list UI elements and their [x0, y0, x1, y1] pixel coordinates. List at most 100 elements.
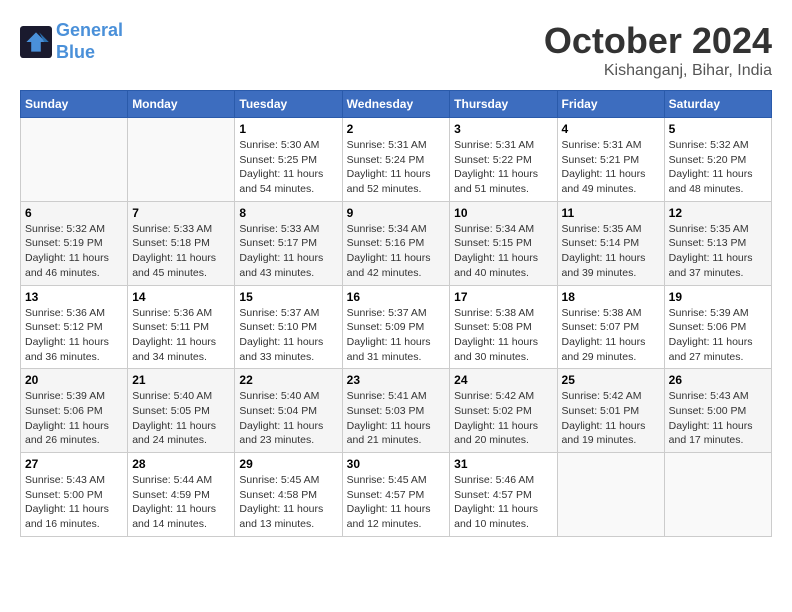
- day-number: 15: [239, 290, 337, 304]
- logo: General Blue: [20, 20, 123, 63]
- calendar-cell: 30 Sunrise: 5:45 AM Sunset: 4:57 PM Dayli…: [342, 453, 450, 537]
- week-row-2: 6 Sunrise: 5:32 AM Sunset: 5:19 PM Daylig…: [21, 201, 772, 285]
- calendar-cell: [557, 453, 664, 537]
- day-info: Sunrise: 5:45 AM Sunset: 4:58 PM Dayligh…: [239, 473, 337, 532]
- day-info: Sunrise: 5:31 AM Sunset: 5:21 PM Dayligh…: [562, 138, 660, 197]
- day-number: 11: [562, 206, 660, 220]
- day-info: Sunrise: 5:37 AM Sunset: 5:10 PM Dayligh…: [239, 306, 337, 365]
- week-row-4: 20 Sunrise: 5:39 AM Sunset: 5:06 PM Dayli…: [21, 369, 772, 453]
- day-info: Sunrise: 5:40 AM Sunset: 5:05 PM Dayligh…: [132, 389, 230, 448]
- calendar-cell: 14 Sunrise: 5:36 AM Sunset: 5:11 PM Dayli…: [128, 285, 235, 369]
- day-info: Sunrise: 5:35 AM Sunset: 5:14 PM Dayligh…: [562, 222, 660, 281]
- logo-icon: [20, 26, 52, 58]
- weekday-header-saturday: Saturday: [664, 91, 771, 118]
- calendar-cell: 15 Sunrise: 5:37 AM Sunset: 5:10 PM Dayli…: [235, 285, 342, 369]
- calendar-cell: 9 Sunrise: 5:34 AM Sunset: 5:16 PM Daylig…: [342, 201, 450, 285]
- calendar-cell: 17Sunrise: 5:38 AM Sunset: 5:08 PM Dayli…: [450, 285, 557, 369]
- day-info: Sunrise: 5:33 AM Sunset: 5:18 PM Dayligh…: [132, 222, 230, 281]
- day-number: 1: [239, 122, 337, 136]
- day-number: 28: [132, 457, 230, 471]
- day-info: Sunrise: 5:30 AM Sunset: 5:25 PM Dayligh…: [239, 138, 337, 197]
- calendar-cell: 19Sunrise: 5:39 AM Sunset: 5:06 PM Dayli…: [664, 285, 771, 369]
- day-info: Sunrise: 5:39 AM Sunset: 5:06 PM Dayligh…: [25, 389, 123, 448]
- calendar-cell: [128, 118, 235, 202]
- day-number: 23: [347, 373, 446, 387]
- day-info: Sunrise: 5:44 AM Sunset: 4:59 PM Dayligh…: [132, 473, 230, 532]
- day-info: Sunrise: 5:38 AM Sunset: 5:08 PM Dayligh…: [454, 306, 552, 365]
- weekday-header-monday: Monday: [128, 91, 235, 118]
- day-info: Sunrise: 5:34 AM Sunset: 5:15 PM Dayligh…: [454, 222, 552, 281]
- location: Kishanganj, Bihar, India: [544, 62, 772, 80]
- month-title: October 2024: [544, 20, 772, 62]
- day-info: Sunrise: 5:31 AM Sunset: 5:24 PM Dayligh…: [347, 138, 446, 197]
- day-info: Sunrise: 5:34 AM Sunset: 5:16 PM Dayligh…: [347, 222, 446, 281]
- weekday-header-wednesday: Wednesday: [342, 91, 450, 118]
- day-number: 13: [25, 290, 123, 304]
- calendar-cell: 28 Sunrise: 5:44 AM Sunset: 4:59 PM Dayli…: [128, 453, 235, 537]
- calendar-cell: 20 Sunrise: 5:39 AM Sunset: 5:06 PM Dayli…: [21, 369, 128, 453]
- day-info: Sunrise: 5:43 AM Sunset: 5:00 PM Dayligh…: [25, 473, 123, 532]
- calendar-cell: 26 Sunrise: 5:43 AM Sunset: 5:00 PM Dayli…: [664, 369, 771, 453]
- calendar-cell: 23Sunrise: 5:41 AM Sunset: 5:03 PM Dayli…: [342, 369, 450, 453]
- calendar-cell: 16Sunrise: 5:37 AM Sunset: 5:09 PM Dayli…: [342, 285, 450, 369]
- day-info: Sunrise: 5:40 AM Sunset: 5:04 PM Dayligh…: [239, 389, 337, 448]
- weekday-header-sunday: Sunday: [21, 91, 128, 118]
- day-info: Sunrise: 5:45 AM Sunset: 4:57 PM Dayligh…: [347, 473, 446, 532]
- day-number: 27: [25, 457, 123, 471]
- day-number: 3: [454, 122, 552, 136]
- calendar-cell: 4Sunrise: 5:31 AM Sunset: 5:21 PM Daylig…: [557, 118, 664, 202]
- calendar-cell: 2Sunrise: 5:31 AM Sunset: 5:24 PM Daylig…: [342, 118, 450, 202]
- calendar-cell: 22 Sunrise: 5:40 AM Sunset: 5:04 PM Dayli…: [235, 369, 342, 453]
- day-number: 26: [669, 373, 767, 387]
- day-number: 14: [132, 290, 230, 304]
- calendar-cell: 10Sunrise: 5:34 AM Sunset: 5:15 PM Dayli…: [450, 201, 557, 285]
- day-info: Sunrise: 5:39 AM Sunset: 5:06 PM Dayligh…: [669, 306, 767, 365]
- calendar-cell: 25Sunrise: 5:42 AM Sunset: 5:01 PM Dayli…: [557, 369, 664, 453]
- calendar-cell: 31 Sunrise: 5:46 AM Sunset: 4:57 PM Dayli…: [450, 453, 557, 537]
- page-header: General Blue October 2024 Kishanganj, Bi…: [20, 20, 772, 80]
- day-info: Sunrise: 5:43 AM Sunset: 5:00 PM Dayligh…: [669, 389, 767, 448]
- day-info: Sunrise: 5:38 AM Sunset: 5:07 PM Dayligh…: [562, 306, 660, 365]
- day-number: 12: [669, 206, 767, 220]
- calendar-cell: 8 Sunrise: 5:33 AM Sunset: 5:17 PM Daylig…: [235, 201, 342, 285]
- calendar-cell: 29 Sunrise: 5:45 AM Sunset: 4:58 PM Dayli…: [235, 453, 342, 537]
- day-number: 25: [562, 373, 660, 387]
- day-number: 30: [347, 457, 446, 471]
- week-row-3: 13 Sunrise: 5:36 AM Sunset: 5:12 PM Dayli…: [21, 285, 772, 369]
- calendar-cell: 6 Sunrise: 5:32 AM Sunset: 5:19 PM Daylig…: [21, 201, 128, 285]
- calendar-cell: 7 Sunrise: 5:33 AM Sunset: 5:18 PM Daylig…: [128, 201, 235, 285]
- weekday-header-thursday: Thursday: [450, 91, 557, 118]
- day-number: 20: [25, 373, 123, 387]
- day-number: 24: [454, 373, 552, 387]
- logo-line1: General: [56, 20, 123, 40]
- day-info: Sunrise: 5:37 AM Sunset: 5:09 PM Dayligh…: [347, 306, 446, 365]
- day-number: 9: [347, 206, 446, 220]
- calendar-cell: 27 Sunrise: 5:43 AM Sunset: 5:00 PM Dayli…: [21, 453, 128, 537]
- calendar: SundayMondayTuesdayWednesdayThursdayFrid…: [20, 90, 772, 537]
- week-row-5: 27 Sunrise: 5:43 AM Sunset: 5:00 PM Dayli…: [21, 453, 772, 537]
- day-info: Sunrise: 5:42 AM Sunset: 5:02 PM Dayligh…: [454, 389, 552, 448]
- calendar-cell: 24 Sunrise: 5:42 AM Sunset: 5:02 PM Dayli…: [450, 369, 557, 453]
- day-number: 31: [454, 457, 552, 471]
- calendar-cell: 11 Sunrise: 5:35 AM Sunset: 5:14 PM Dayli…: [557, 201, 664, 285]
- calendar-cell: 12Sunrise: 5:35 AM Sunset: 5:13 PM Dayli…: [664, 201, 771, 285]
- day-number: 22: [239, 373, 337, 387]
- calendar-cell: 1 Sunrise: 5:30 AM Sunset: 5:25 PM Daylig…: [235, 118, 342, 202]
- day-number: 6: [25, 206, 123, 220]
- day-number: 7: [132, 206, 230, 220]
- day-info: Sunrise: 5:36 AM Sunset: 5:11 PM Dayligh…: [132, 306, 230, 365]
- weekday-header-row: SundayMondayTuesdayWednesdayThursdayFrid…: [21, 91, 772, 118]
- day-number: 18: [562, 290, 660, 304]
- day-info: Sunrise: 5:32 AM Sunset: 5:19 PM Dayligh…: [25, 222, 123, 281]
- day-number: 21: [132, 373, 230, 387]
- day-info: Sunrise: 5:33 AM Sunset: 5:17 PM Dayligh…: [239, 222, 337, 281]
- day-number: 8: [239, 206, 337, 220]
- calendar-cell: 13 Sunrise: 5:36 AM Sunset: 5:12 PM Dayli…: [21, 285, 128, 369]
- day-number: 29: [239, 457, 337, 471]
- day-info: Sunrise: 5:32 AM Sunset: 5:20 PM Dayligh…: [669, 138, 767, 197]
- day-info: Sunrise: 5:36 AM Sunset: 5:12 PM Dayligh…: [25, 306, 123, 365]
- day-info: Sunrise: 5:31 AM Sunset: 5:22 PM Dayligh…: [454, 138, 552, 197]
- weekday-header-friday: Friday: [557, 91, 664, 118]
- day-info: Sunrise: 5:46 AM Sunset: 4:57 PM Dayligh…: [454, 473, 552, 532]
- weekday-header-tuesday: Tuesday: [235, 91, 342, 118]
